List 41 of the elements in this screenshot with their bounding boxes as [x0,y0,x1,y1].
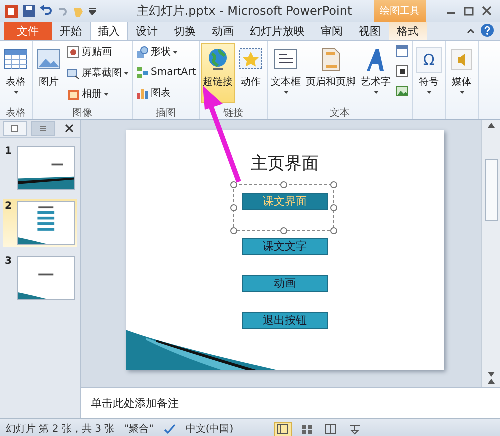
ribbon-button[interactable]: 页眉和页脚 [304,43,358,103]
symbol-glyph: Ω [416,47,442,73]
ribbon-button[interactable]: 屏幕截图 [65,64,131,82]
ribbon-tab[interactable]: 动画 [204,21,242,40]
ribbon-button[interactable]: 文本框 [269,43,304,103]
ribbon-button[interactable]: 超链接 [201,43,236,103]
slide-action-button[interactable]: 退出按钮 [242,312,328,329]
ribbon-button[interactable]: 动作 [236,43,266,103]
ribbon-tab[interactable]: 开始 [52,21,90,40]
ribbon-tab[interactable]: 视图 [351,21,389,40]
ribbon-tab[interactable]: 文件 [4,21,52,40]
ribbon-button[interactable]: 图表 [134,84,198,102]
ribbon-button[interactable]: 艺术字 [359,43,394,103]
ribbon-tab[interactable]: 审阅 [313,21,351,40]
ribbon-button[interactable]: SmartArt [134,64,198,81]
context-tab-label: 绘图工具 [374,0,426,22]
language-text[interactable]: 中文(中国) [186,422,234,436]
slide-action-button[interactable]: 课文文字 [242,238,328,255]
slide-thumbnail-item[interactable]: 2 [3,199,77,247]
ribbon-button[interactable]: 图片 [34,43,64,103]
ribbon-button[interactable]: 剪贴画 [65,43,131,61]
window-title: 主幻灯片.pptx - Microsoft PowerPoint [136,2,354,20]
group-label: 表格 [6,108,26,119]
group-label: 插图 [156,108,176,119]
ribbon-tab[interactable]: 插入 [90,21,128,40]
ribbon-button[interactable]: 媒体 [447,43,478,103]
slide-action-button[interactable]: 动画 [242,275,328,292]
ribbon-tab[interactable]: 格式 [389,21,427,40]
ribbon-tab[interactable]: 设计 [128,21,166,40]
ribbon-button[interactable]: 形状 [134,43,198,61]
ribbon-button[interactable]: Ω 符号 [414,43,444,103]
group-label: 文本 [330,108,350,119]
slide-title: 主页界面 [251,153,319,175]
slide-count-text: 幻灯片 第 2 张，共 3 张 [6,422,115,436]
ribbon-tab[interactable]: 切换 [166,21,204,40]
group-label: 图像 [72,108,92,119]
ribbon-button[interactable]: 相册 [65,85,131,103]
group-label: 链接 [224,108,244,119]
ribbon-tab[interactable]: 幻灯片放映 [242,21,313,40]
theme-name: "聚合" [124,423,154,436]
ribbon-button[interactable]: 表格 [1,43,31,103]
